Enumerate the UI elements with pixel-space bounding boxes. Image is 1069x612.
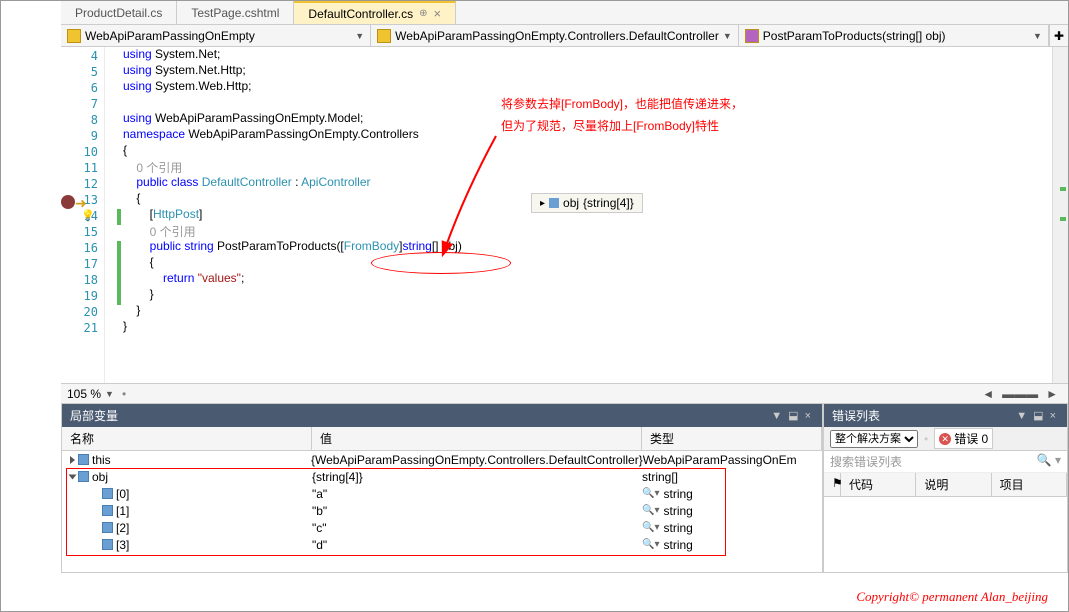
close-icon[interactable]: × [434, 6, 442, 21]
col-type[interactable]: 类型 [642, 427, 822, 450]
chevron-down-icon: ▼ [723, 31, 732, 41]
locals-body[interactable]: this{WebApiParamPassingOnEmpty.Controlle… [62, 451, 822, 572]
change-marker [117, 209, 121, 225]
scroll-marker [1060, 217, 1066, 221]
error-search[interactable]: 搜索错误列表 🔍 ▾ [824, 451, 1067, 473]
csharp-icon [67, 29, 81, 43]
search-icon: 🔍 ▾ [1037, 453, 1061, 467]
locals-row[interactable]: this{WebApiParamPassingOnEmpty.Controlle… [62, 451, 822, 468]
nav-project[interactable]: WebApiParamPassingOnEmpty▼ [61, 25, 371, 46]
method-icon [745, 29, 759, 43]
chevron-down-icon: ▼ [355, 31, 364, 41]
dropdown-icon[interactable]: ▼ [768, 410, 785, 422]
nav-right-icon[interactable]: ► [1042, 387, 1062, 401]
expand-icon[interactable] [69, 474, 77, 479]
close-icon[interactable]: × [1047, 410, 1059, 422]
col-name[interactable]: 名称 [62, 427, 312, 450]
col-flag[interactable]: ⚑ [824, 473, 841, 496]
zoom-bar: 105 % ▼ • ◄ ▬▬▬ ► [61, 383, 1068, 403]
change-marker [117, 241, 121, 305]
code-nav: WebApiParamPassingOnEmpty▼ WebApiParamPa… [61, 25, 1068, 47]
pin-icon[interactable]: ⊕ [419, 8, 427, 19]
expand-icon[interactable] [70, 456, 75, 464]
scrollbar-vertical[interactable] [1052, 47, 1068, 383]
nav-class[interactable]: WebApiParamPassingOnEmpty.Controllers.De… [371, 25, 739, 46]
scroll-marker [1060, 187, 1066, 191]
chevron-down-icon[interactable]: ▼ [105, 389, 114, 399]
close-icon[interactable]: × [802, 410, 814, 422]
variable-icon [78, 454, 89, 465]
tab-defaultcontroller[interactable]: DefaultController.cs ⊕ × [294, 1, 456, 24]
col-code[interactable]: 代码 [841, 473, 916, 496]
locals-panel: 局部变量 ▼ ⬓ × 名称 值 类型 this{WebApiParamPassi… [61, 403, 823, 573]
errors-title-bar[interactable]: 错误列表 ▼ ⬓ × [824, 404, 1067, 427]
chevron-down-icon: ▼ [1033, 31, 1042, 41]
locals-header: 名称 值 类型 [62, 427, 822, 451]
expand-icon[interactable]: ▸ [540, 198, 545, 209]
nav-scroll[interactable]: ▬▬▬ [998, 387, 1042, 401]
locals-title-bar[interactable]: 局部变量 ▼ ⬓ × [62, 404, 822, 427]
breakpoint-icon[interactable] [61, 195, 75, 209]
col-value[interactable]: 值 [312, 427, 642, 450]
nav-left-icon[interactable]: ◄ [978, 387, 998, 401]
tab-testpage[interactable]: TestPage.cshtml [177, 1, 294, 24]
split-button[interactable]: ✚ [1049, 25, 1068, 46]
tab-productdetail[interactable]: ProductDetail.cs [61, 1, 177, 24]
col-proj[interactable]: 项目 [992, 473, 1067, 496]
error-list-panel: 错误列表 ▼ ⬓ × 整个解决方案 • ✕ 错误 0 搜索错误列表 🔍 ▾ ⚑ … [823, 403, 1068, 573]
error-icon: ✕ [939, 433, 951, 445]
error-count-button[interactable]: ✕ 错误 0 [934, 428, 993, 449]
variable-icon [549, 198, 559, 208]
file-tabs: ProductDetail.cs TestPage.cshtml Default… [61, 1, 1068, 25]
dropdown-icon[interactable]: ▼ [1013, 410, 1030, 422]
debug-tooltip[interactable]: ▸ obj {string[4]} [531, 193, 643, 213]
errors-toolbar: 整个解决方案 • ✕ 错误 0 [824, 427, 1067, 451]
class-icon [377, 29, 391, 43]
nav-member[interactable]: PostParamToProducts(string[] obj)▼ [739, 25, 1049, 46]
annotation-arrow [436, 131, 516, 261]
zoom-level[interactable]: 105 % [67, 387, 101, 401]
annotation-text: 将参数去掉[FromBody]，也能把值传递进来， 但为了规范，尽量将加上[Fr… [501, 93, 901, 137]
error-columns: ⚑ 代码 说明 项目 [824, 473, 1067, 497]
pin-icon[interactable]: ⬓ [785, 409, 801, 422]
pin-icon[interactable]: ⬓ [1030, 409, 1046, 422]
filter-select[interactable]: 整个解决方案 [830, 430, 918, 448]
col-desc[interactable]: 说明 [916, 473, 991, 496]
annotation-box [66, 468, 726, 556]
copyright-text: Copyright© permanent Alan_beijing [856, 589, 1048, 605]
lightbulb-icon[interactable]: 💡 [81, 209, 95, 222]
